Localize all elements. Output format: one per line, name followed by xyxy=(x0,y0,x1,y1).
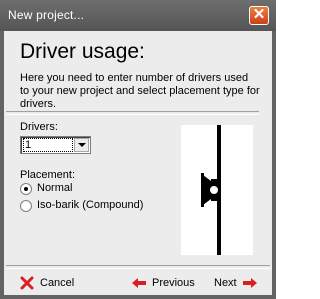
footer-divider xyxy=(6,265,270,269)
placement-label: Placement: xyxy=(20,169,76,181)
next-label: Next xyxy=(214,277,237,289)
page-title: Driver usage: xyxy=(20,40,145,63)
close-icon: ✕ xyxy=(252,6,266,23)
arrow-left-icon xyxy=(132,278,146,288)
title-bar[interactable]: New project... ✕ xyxy=(0,0,276,31)
previous-label: Previous xyxy=(152,277,195,289)
drivers-label: Drivers: xyxy=(20,121,58,133)
placement-option-label: Normal xyxy=(37,182,73,194)
cancel-x-icon xyxy=(20,276,34,290)
cancel-label: Cancel xyxy=(40,277,75,289)
drivers-select[interactable]: 1 xyxy=(20,136,91,154)
radio-isobarik[interactable] xyxy=(20,200,32,212)
dialog-window: New project... ✕ Driver usage: Here you … xyxy=(0,0,276,299)
next-button[interactable]: Next xyxy=(214,274,258,292)
cancel-button[interactable]: Cancel xyxy=(20,274,74,292)
previous-button[interactable]: Previous xyxy=(131,274,195,292)
drivers-select-value: 1 xyxy=(23,138,73,152)
dialog-content: Driver usage: Here you need to enter num… xyxy=(4,31,272,295)
driver-baffle-icon xyxy=(201,125,221,255)
placement-preview xyxy=(181,125,253,255)
placement-option-label: Iso-barik (Compound) xyxy=(37,199,144,211)
window-title: New project... xyxy=(8,8,85,22)
chevron-down-icon[interactable] xyxy=(74,138,89,152)
header-divider xyxy=(6,111,259,115)
close-button[interactable]: ✕ xyxy=(249,6,269,25)
radio-normal[interactable] xyxy=(20,183,32,195)
page-description: Here you need to enter number of drivers… xyxy=(20,72,260,110)
arrow-right-icon xyxy=(242,278,257,288)
